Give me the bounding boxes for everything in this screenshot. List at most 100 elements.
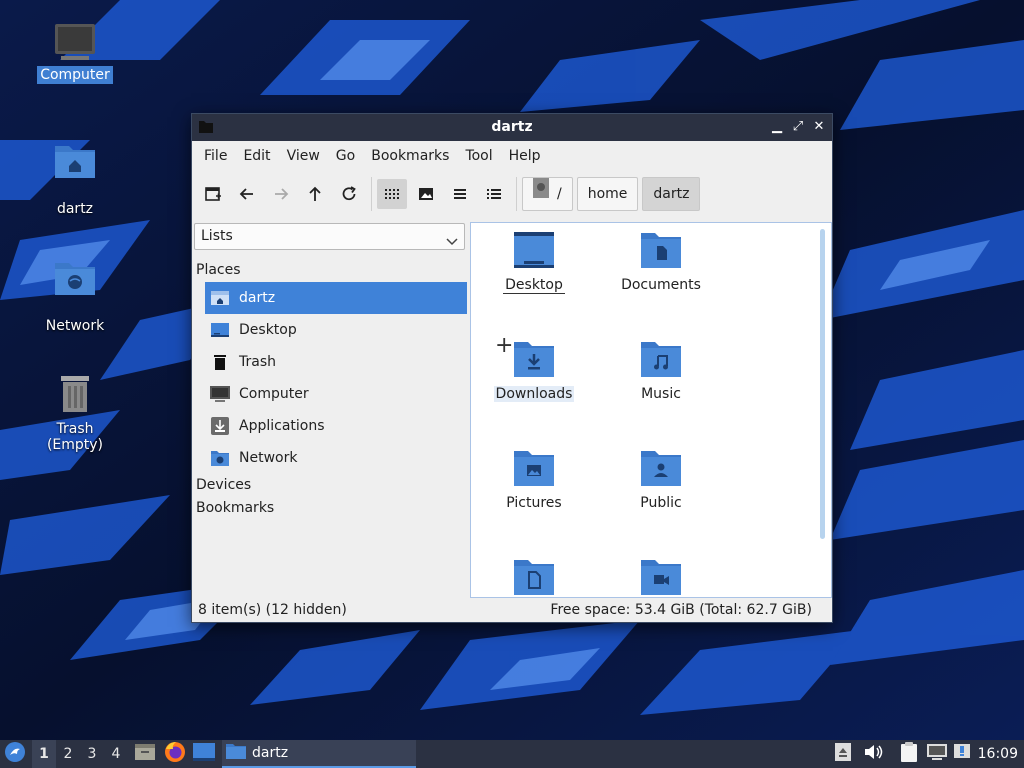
workspace-1[interactable]: 1 <box>32 740 56 768</box>
workspace-switcher: 1 2 3 4 <box>32 740 128 768</box>
pictures-folder-icon <box>479 449 589 487</box>
window-titlebar[interactable]: dartz ▁ ⤢ ✕ <box>192 114 832 141</box>
menu-tool[interactable]: Tool <box>457 148 500 164</box>
new-tab-icon[interactable] <box>198 179 228 209</box>
menu-bookmarks[interactable]: Bookmarks <box>363 148 457 164</box>
section-devices[interactable]: Devices <box>196 477 251 493</box>
computer-icon <box>209 383 231 405</box>
trash-icon <box>209 351 231 373</box>
place-item-label: Computer <box>239 386 309 402</box>
desktop-icon-label: Computer <box>37 66 113 84</box>
back-icon[interactable] <box>232 179 262 209</box>
icon-view-icon[interactable] <box>377 179 407 209</box>
place-item-label: Network <box>239 450 298 466</box>
detailed-list-icon[interactable] <box>479 179 509 209</box>
section-bookmarks[interactable]: Bookmarks <box>196 500 274 516</box>
desktop-icon-label: Trash (Empty) <box>46 421 104 453</box>
place-item-desktop[interactable]: Desktop <box>205 314 467 346</box>
taskbar: 1 2 3 4 dartz 16:09 <box>0 740 1024 768</box>
workspace-4[interactable]: 4 <box>104 740 128 768</box>
task-button-dartz[interactable]: dartz <box>222 740 416 768</box>
desktop-icon-network[interactable]: Network <box>25 257 125 335</box>
file-manager-window: dartz ▁ ⤢ ✕ File Edit View Go Bookmarks … <box>191 113 833 623</box>
file-item-desktop[interactable]: Desktop <box>479 231 589 294</box>
launcher-firefox[interactable] <box>164 740 186 768</box>
clipboard-icon <box>899 741 919 767</box>
eject-icon <box>834 742 852 766</box>
maximize-icon[interactable]: ⤢ <box>789 118 807 136</box>
public-folder-icon <box>606 449 716 487</box>
place-item-applications[interactable]: Applications <box>205 410 467 442</box>
file-item-label: Pictures <box>506 495 562 511</box>
place-item-label: Applications <box>239 418 325 434</box>
workspace-2[interactable]: 2 <box>56 740 80 768</box>
desktop-icon-label: dartz <box>56 201 94 217</box>
path-crumb-root[interactable]: / <box>522 177 573 211</box>
tray-network[interactable] <box>926 740 948 768</box>
menu-edit[interactable]: Edit <box>235 148 278 164</box>
place-item-label: dartz <box>239 290 276 306</box>
file-item-public[interactable]: Public <box>606 449 716 511</box>
compact-view-icon[interactable] <box>445 179 475 209</box>
applications-icon <box>209 415 231 437</box>
file-item-label: Music <box>641 386 681 402</box>
tray-update-notifier[interactable] <box>953 740 971 768</box>
desktop-icon-label: Network <box>45 318 105 334</box>
menu-file[interactable]: File <box>196 148 235 164</box>
place-item-label: Desktop <box>239 322 297 338</box>
chevron-down-icon <box>446 231 458 256</box>
forward-icon[interactable] <box>266 179 296 209</box>
start-menu-button[interactable] <box>4 740 26 768</box>
file-item-pictures[interactable]: Pictures <box>479 449 589 511</box>
home-folder-icon <box>25 140 125 180</box>
window-title: dartz <box>491 119 533 135</box>
reload-icon[interactable] <box>334 179 364 209</box>
file-item-label: Desktop <box>503 277 565 294</box>
place-item-trash[interactable]: Trash <box>205 346 467 378</box>
place-item-network[interactable]: Network <box>205 442 467 474</box>
file-item-videos[interactable] <box>606 558 716 597</box>
clock[interactable]: 16:09 <box>978 740 1018 768</box>
toolbar: / home dartz <box>192 171 832 217</box>
file-item-documents[interactable]: Documents <box>606 231 716 293</box>
thumbnail-view-icon[interactable] <box>411 179 441 209</box>
up-icon[interactable] <box>300 179 330 209</box>
path-crumb-dartz[interactable]: dartz <box>642 177 701 211</box>
trash-icon <box>25 372 125 416</box>
desktop-icon-trash[interactable]: Trash (Empty) <box>25 372 125 454</box>
downloads-folder-icon <box>479 340 589 378</box>
network-folder-icon <box>25 257 125 297</box>
menu-view[interactable]: View <box>279 148 328 164</box>
side-panel-mode-value: Lists <box>201 228 233 244</box>
menu-help[interactable]: Help <box>501 148 549 164</box>
place-item-dartz[interactable]: dartz <box>205 282 467 314</box>
minimize-icon[interactable]: ▁ <box>768 118 786 136</box>
tray-clipboard[interactable] <box>899 740 919 768</box>
desktop-icon <box>209 319 231 341</box>
file-view[interactable]: + Desktop Documents Downloads Music Pict… <box>470 222 832 598</box>
file-item-downloads[interactable]: Downloads <box>479 340 589 402</box>
status-bar: 8 item(s) (12 hidden) Free space: 53.4 G… <box>192 598 832 622</box>
documents-folder-icon <box>606 231 716 269</box>
vertical-scrollbar[interactable] <box>820 229 825 539</box>
file-item-templates[interactable] <box>479 558 589 597</box>
file-item-music[interactable]: Music <box>606 340 716 402</box>
menu-bar: File Edit View Go Bookmarks Tool Help <box>192 141 832 171</box>
launcher-show-desktop[interactable] <box>193 740 215 768</box>
tray-eject[interactable] <box>834 740 852 768</box>
tray-volume[interactable] <box>863 740 883 768</box>
place-item-computer[interactable]: Computer <box>205 378 467 410</box>
side-panel: Lists Places dartz Desktop Trash Compute… <box>193 222 468 600</box>
side-panel-mode-select[interactable]: Lists <box>194 223 465 250</box>
workspace-3[interactable]: 3 <box>80 740 104 768</box>
desktop-icon-computer[interactable]: Computer <box>25 22 125 84</box>
path-crumb-home[interactable]: home <box>576 177 639 211</box>
launcher-file-manager[interactable] <box>134 740 156 768</box>
menu-go[interactable]: Go <box>328 148 363 164</box>
status-item-count: 8 item(s) (12 hidden) <box>198 602 347 618</box>
desktop-icon-dartz[interactable]: dartz <box>25 140 125 218</box>
computer-icon <box>25 22 125 62</box>
close-icon[interactable]: ✕ <box>810 118 828 136</box>
show-desktop-icon <box>193 743 215 765</box>
section-places[interactable]: Places <box>196 262 241 278</box>
